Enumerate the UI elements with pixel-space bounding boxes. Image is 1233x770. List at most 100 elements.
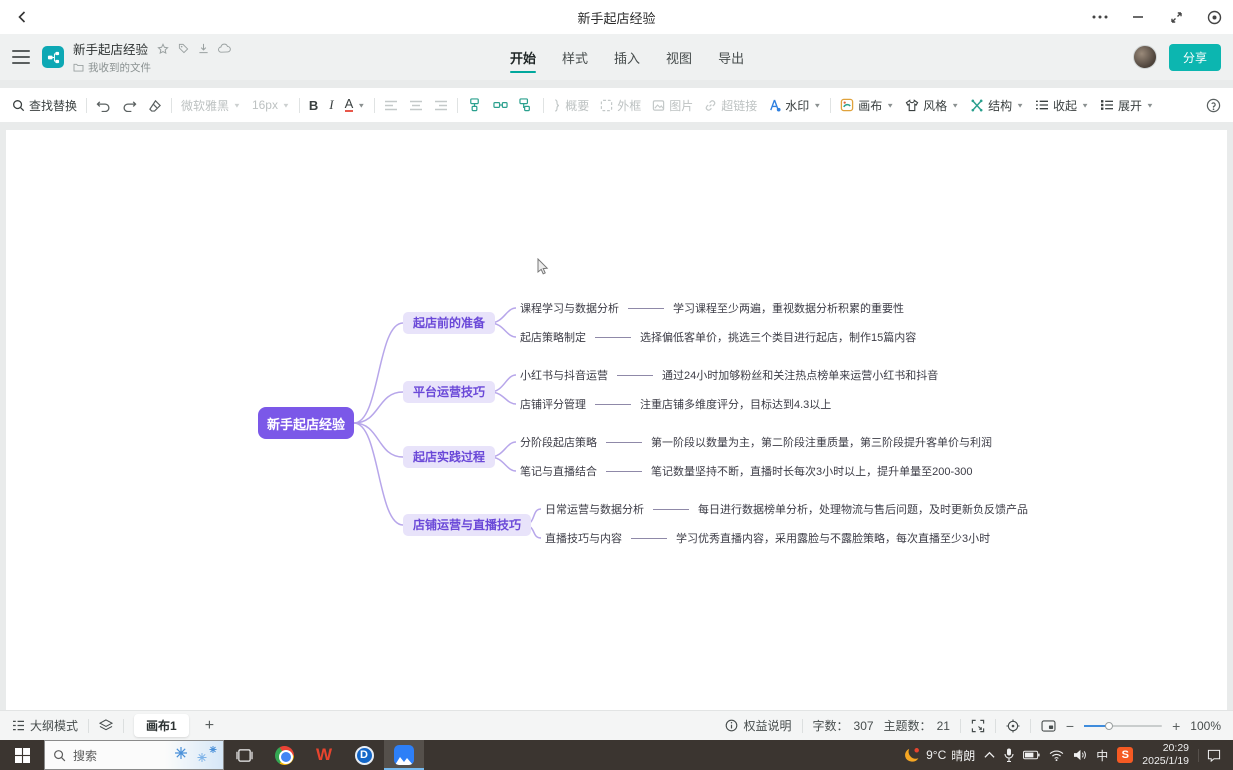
tray-chevron-icon[interactable] bbox=[984, 751, 995, 759]
mindmap-leaf-desc[interactable]: 每日进行数据榜单分析，处理物流与售后问题，及时更新负反馈产品 bbox=[698, 501, 1028, 517]
chrome-icon[interactable] bbox=[264, 740, 304, 770]
tab-home[interactable]: 开始 bbox=[510, 34, 536, 80]
insert-child-node-button[interactable] bbox=[465, 95, 484, 115]
avatar[interactable] bbox=[1133, 45, 1157, 69]
structure-button[interactable]: 结构▼ bbox=[968, 94, 1026, 117]
align-right-button[interactable] bbox=[432, 97, 450, 114]
font-size-select[interactable]: 16px▼ bbox=[250, 95, 292, 115]
mindmap-leaf-desc[interactable]: 笔记数量坚持不断，直播时长每次3小时以上，提升单量至200-300 bbox=[651, 463, 973, 479]
folder-icon bbox=[73, 63, 84, 72]
notification-center-button[interactable] bbox=[1198, 749, 1223, 762]
mindmap-branch-node[interactable]: 起店前的准备 bbox=[403, 312, 495, 334]
add-canvas-button[interactable]: + bbox=[199, 717, 220, 735]
style-button[interactable]: 风格▼ bbox=[903, 94, 961, 117]
mindmap-app-icon[interactable] bbox=[384, 740, 424, 770]
mindmap-leaf-label[interactable]: 店铺评分管理 bbox=[520, 396, 586, 412]
mindmap-leaf-desc[interactable]: 第一阶段以数量为主，第二阶段注重质量，第三阶段提升客单价与利润 bbox=[651, 434, 992, 450]
mindmap-branch-node[interactable]: 起店实践过程 bbox=[403, 446, 495, 468]
redo-button[interactable] bbox=[120, 96, 139, 115]
battery-icon[interactable] bbox=[1023, 750, 1040, 760]
restore-icon[interactable] bbox=[1167, 8, 1185, 26]
expand-button[interactable]: 展开▼ bbox=[1098, 94, 1156, 117]
font-family-select[interactable]: 微软雅黑▼ bbox=[179, 94, 243, 117]
file-name[interactable]: 新手起店经验 bbox=[73, 39, 148, 58]
taskbar-search-box[interactable]: 搜索 bbox=[44, 740, 224, 770]
mindmap-leaf-desc[interactable]: 选择偏低客单价，挑选三个类目进行起店，制作15篇内容 bbox=[640, 329, 916, 345]
mindmap-leaf-label[interactable]: 起店策略制定 bbox=[520, 329, 586, 345]
help-button[interactable] bbox=[1204, 95, 1223, 116]
weather-snow-graphic[interactable] bbox=[165, 741, 223, 769]
find-replace-button[interactable]: 查找替换 bbox=[10, 94, 79, 117]
tab-insert[interactable]: 插入 bbox=[614, 34, 640, 80]
menu-icon[interactable] bbox=[12, 50, 30, 64]
mindmap-leaf-label[interactable]: 课程学习与数据分析 bbox=[520, 300, 619, 316]
font-color-button[interactable]: A▼ bbox=[343, 95, 368, 115]
close-circle-icon[interactable] bbox=[1205, 8, 1223, 26]
leaf-desc-connector bbox=[606, 471, 642, 472]
locate-root-button[interactable] bbox=[1006, 719, 1020, 733]
canvas-button[interactable]: 画布▼ bbox=[838, 94, 896, 117]
format-painter-button[interactable] bbox=[146, 96, 164, 115]
taskbar-weather[interactable]: 9°C 晴朗 bbox=[903, 747, 975, 764]
bold-button[interactable]: B bbox=[307, 95, 320, 116]
wifi-icon[interactable] bbox=[1049, 750, 1064, 761]
tag-icon[interactable] bbox=[178, 43, 189, 54]
mindmap-canvas[interactable]: 新手起店经验 起店前的准备 课程学习与数据分析 学习课程至少两遍，重视数据分析积累的重… bbox=[6, 130, 1227, 710]
rights-info-button[interactable]: 权益说明 bbox=[725, 717, 791, 734]
start-button[interactable] bbox=[0, 740, 44, 770]
share-button[interactable]: 分享 bbox=[1169, 44, 1221, 71]
layers-button[interactable] bbox=[99, 719, 113, 732]
more-options-icon[interactable] bbox=[1091, 8, 1109, 26]
mindmap-root-node[interactable]: 新手起店经验 bbox=[258, 407, 354, 439]
outline-summary-button[interactable]: 概要 bbox=[551, 94, 591, 117]
mindmap-leaf-label[interactable]: 小红书与抖音运营 bbox=[520, 367, 608, 383]
canvas-tab[interactable]: 画布1 bbox=[134, 714, 189, 737]
ime-indicator[interactable]: 中 bbox=[1096, 747, 1108, 764]
minimap-button[interactable] bbox=[1041, 720, 1056, 732]
italic-button[interactable]: I bbox=[327, 94, 335, 116]
fit-view-button[interactable] bbox=[971, 719, 985, 733]
hyperlink-button[interactable]: 超链接 bbox=[702, 94, 759, 117]
microphone-icon[interactable] bbox=[1004, 748, 1014, 762]
zoom-out-button[interactable]: − bbox=[1066, 718, 1074, 734]
minimize-icon[interactable] bbox=[1129, 8, 1147, 26]
leaf-desc-connector bbox=[606, 442, 642, 443]
star-icon[interactable] bbox=[157, 43, 169, 55]
link-icon bbox=[704, 99, 717, 112]
wps-icon[interactable]: W bbox=[304, 740, 344, 770]
collapse-button[interactable]: 收起▼ bbox=[1033, 94, 1091, 117]
download-icon[interactable] bbox=[198, 43, 209, 54]
task-view-button[interactable] bbox=[224, 740, 264, 770]
mindmap-leaf-label[interactable]: 直播技巧与内容 bbox=[545, 530, 622, 546]
image-button[interactable]: 图片 bbox=[650, 94, 695, 117]
cloud-sync-icon[interactable] bbox=[218, 43, 231, 54]
undo-button[interactable] bbox=[94, 96, 113, 115]
tab-view[interactable]: 视图 bbox=[666, 34, 692, 80]
zoom-in-button[interactable]: + bbox=[1172, 718, 1180, 734]
mindmap-leaf-label[interactable]: 分阶段起店策略 bbox=[520, 434, 597, 450]
align-center-button[interactable] bbox=[407, 97, 425, 114]
mindmap-leaf-label[interactable]: 日常运营与数据分析 bbox=[545, 501, 644, 517]
mindmap-branch-node[interactable]: 店铺运营与直播技巧 bbox=[403, 514, 531, 536]
tab-style[interactable]: 样式 bbox=[562, 34, 588, 80]
insert-parent-node-button[interactable] bbox=[517, 95, 536, 115]
align-left-button[interactable] bbox=[382, 97, 400, 114]
frame-button[interactable]: 外框 bbox=[598, 94, 643, 117]
insert-sibling-node-button[interactable] bbox=[491, 95, 510, 115]
file-location[interactable]: 我收到的文件 bbox=[88, 60, 151, 75]
mindmap-leaf-desc[interactable]: 注重店铺多维度评分，目标达到4.3以上 bbox=[640, 396, 831, 412]
mindmap-branch-node[interactable]: 平台运营技巧 bbox=[403, 381, 495, 403]
mindmap-leaf-desc[interactable]: 学习优秀直播内容，采用露脸与不露脸策略，每次直播至少3小时 bbox=[676, 530, 990, 546]
outline-mode-button[interactable]: 大纲模式 bbox=[12, 717, 78, 734]
tab-export[interactable]: 导出 bbox=[718, 34, 744, 80]
speaker-icon[interactable] bbox=[1073, 749, 1087, 761]
watermark-button[interactable]: 水印▼ bbox=[766, 94, 823, 117]
mindmap-leaf-desc[interactable]: 通过24小时加够粉丝和关注热点榜单来运营小红书和抖音 bbox=[662, 367, 938, 383]
browser-app-icon[interactable]: D bbox=[344, 740, 384, 770]
zoom-slider-knob[interactable] bbox=[1105, 722, 1113, 730]
sogou-input-icon[interactable]: S bbox=[1117, 747, 1133, 763]
mindmap-leaf-desc[interactable]: 学习课程至少两遍，重视数据分析积累的重要性 bbox=[673, 300, 904, 316]
zoom-slider[interactable] bbox=[1084, 725, 1162, 727]
mindmap-leaf-label[interactable]: 笔记与直播结合 bbox=[520, 463, 597, 479]
taskbar-clock[interactable]: 20:29 2025/1/19 bbox=[1142, 742, 1189, 768]
